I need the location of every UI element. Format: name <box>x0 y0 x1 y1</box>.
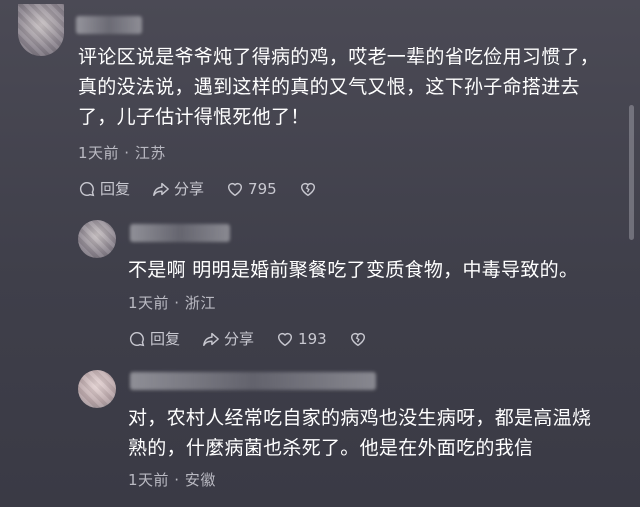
comment-meta: 1天前 · 安徽 <box>128 471 216 489</box>
username-blurred[interactable] <box>76 16 142 34</box>
share-label: 分享 <box>224 330 255 348</box>
comment-line: 真的没法说，遇到这样的真的又气又恨，这下孙子命搭进去 <box>78 76 580 98</box>
avatar[interactable] <box>78 220 116 258</box>
like-button[interactable]: 193 <box>276 330 327 348</box>
comment-line: 评论区说是爷爷炖了得病的鸡，哎老一辈的省吃俭用习惯了， <box>78 46 600 68</box>
comment-actions: 回复 分享 193 <box>128 328 393 349</box>
dislike-button[interactable] <box>299 180 321 198</box>
username-blurred[interactable] <box>130 224 230 242</box>
heart-icon <box>278 332 293 346</box>
scrollbar[interactable] <box>629 105 634 240</box>
comment-text: 评论区说是爷爷炖了得病的鸡，哎老一辈的省吃俭用习惯了， 真的没法说，遇到这样的真… <box>78 42 618 132</box>
username-blurred[interactable] <box>130 372 376 390</box>
share-icon <box>153 182 169 196</box>
comment-meta: 1天前 · 江苏 <box>78 144 166 162</box>
avatar[interactable] <box>18 4 64 56</box>
avatar[interactable] <box>78 370 116 408</box>
dislike-button[interactable] <box>349 330 371 348</box>
comment-text: 不是啊 明明是婚前聚餐吃了变质食物，中毒导致的。 <box>128 255 618 285</box>
broken-heart-icon <box>350 332 365 346</box>
share-button[interactable]: 分享 <box>152 178 204 199</box>
like-count: 795 <box>248 179 277 198</box>
comment-line: 不是啊 明明是婚前聚餐吃了变质食物，中毒导致的。 <box>128 259 579 281</box>
comment-actions: 回复 分享 795 <box>78 178 343 199</box>
broken-heart-icon <box>300 182 315 196</box>
reply-button[interactable]: 回复 <box>128 328 180 349</box>
share-button[interactable]: 分享 <box>202 328 254 349</box>
reply-icon <box>79 181 95 196</box>
comment-line: 了，儿子估计得恨死他了！ <box>78 106 310 128</box>
comment-line: 熟的，什麼病菌也杀死了。他是在外面吃的我信 <box>128 437 534 459</box>
like-button[interactable]: 795 <box>226 180 277 198</box>
like-count: 193 <box>298 329 327 348</box>
reply-icon <box>129 331 145 346</box>
share-label: 分享 <box>174 180 205 198</box>
reply-label: 回复 <box>100 180 131 198</box>
reply-button[interactable]: 回复 <box>78 178 130 199</box>
share-icon <box>203 332 219 346</box>
heart-icon <box>228 182 243 196</box>
comment-meta: 1天前 · 浙江 <box>128 294 216 312</box>
comment-text: 对，农村人经常吃自家的病鸡也没生病呀，都是高温烧 熟的，什麼病菌也杀死了。他是在… <box>128 403 618 463</box>
reply-label: 回复 <box>150 330 181 348</box>
comment-line: 对，农村人经常吃自家的病鸡也没生病呀，都是高温烧 <box>128 407 592 429</box>
